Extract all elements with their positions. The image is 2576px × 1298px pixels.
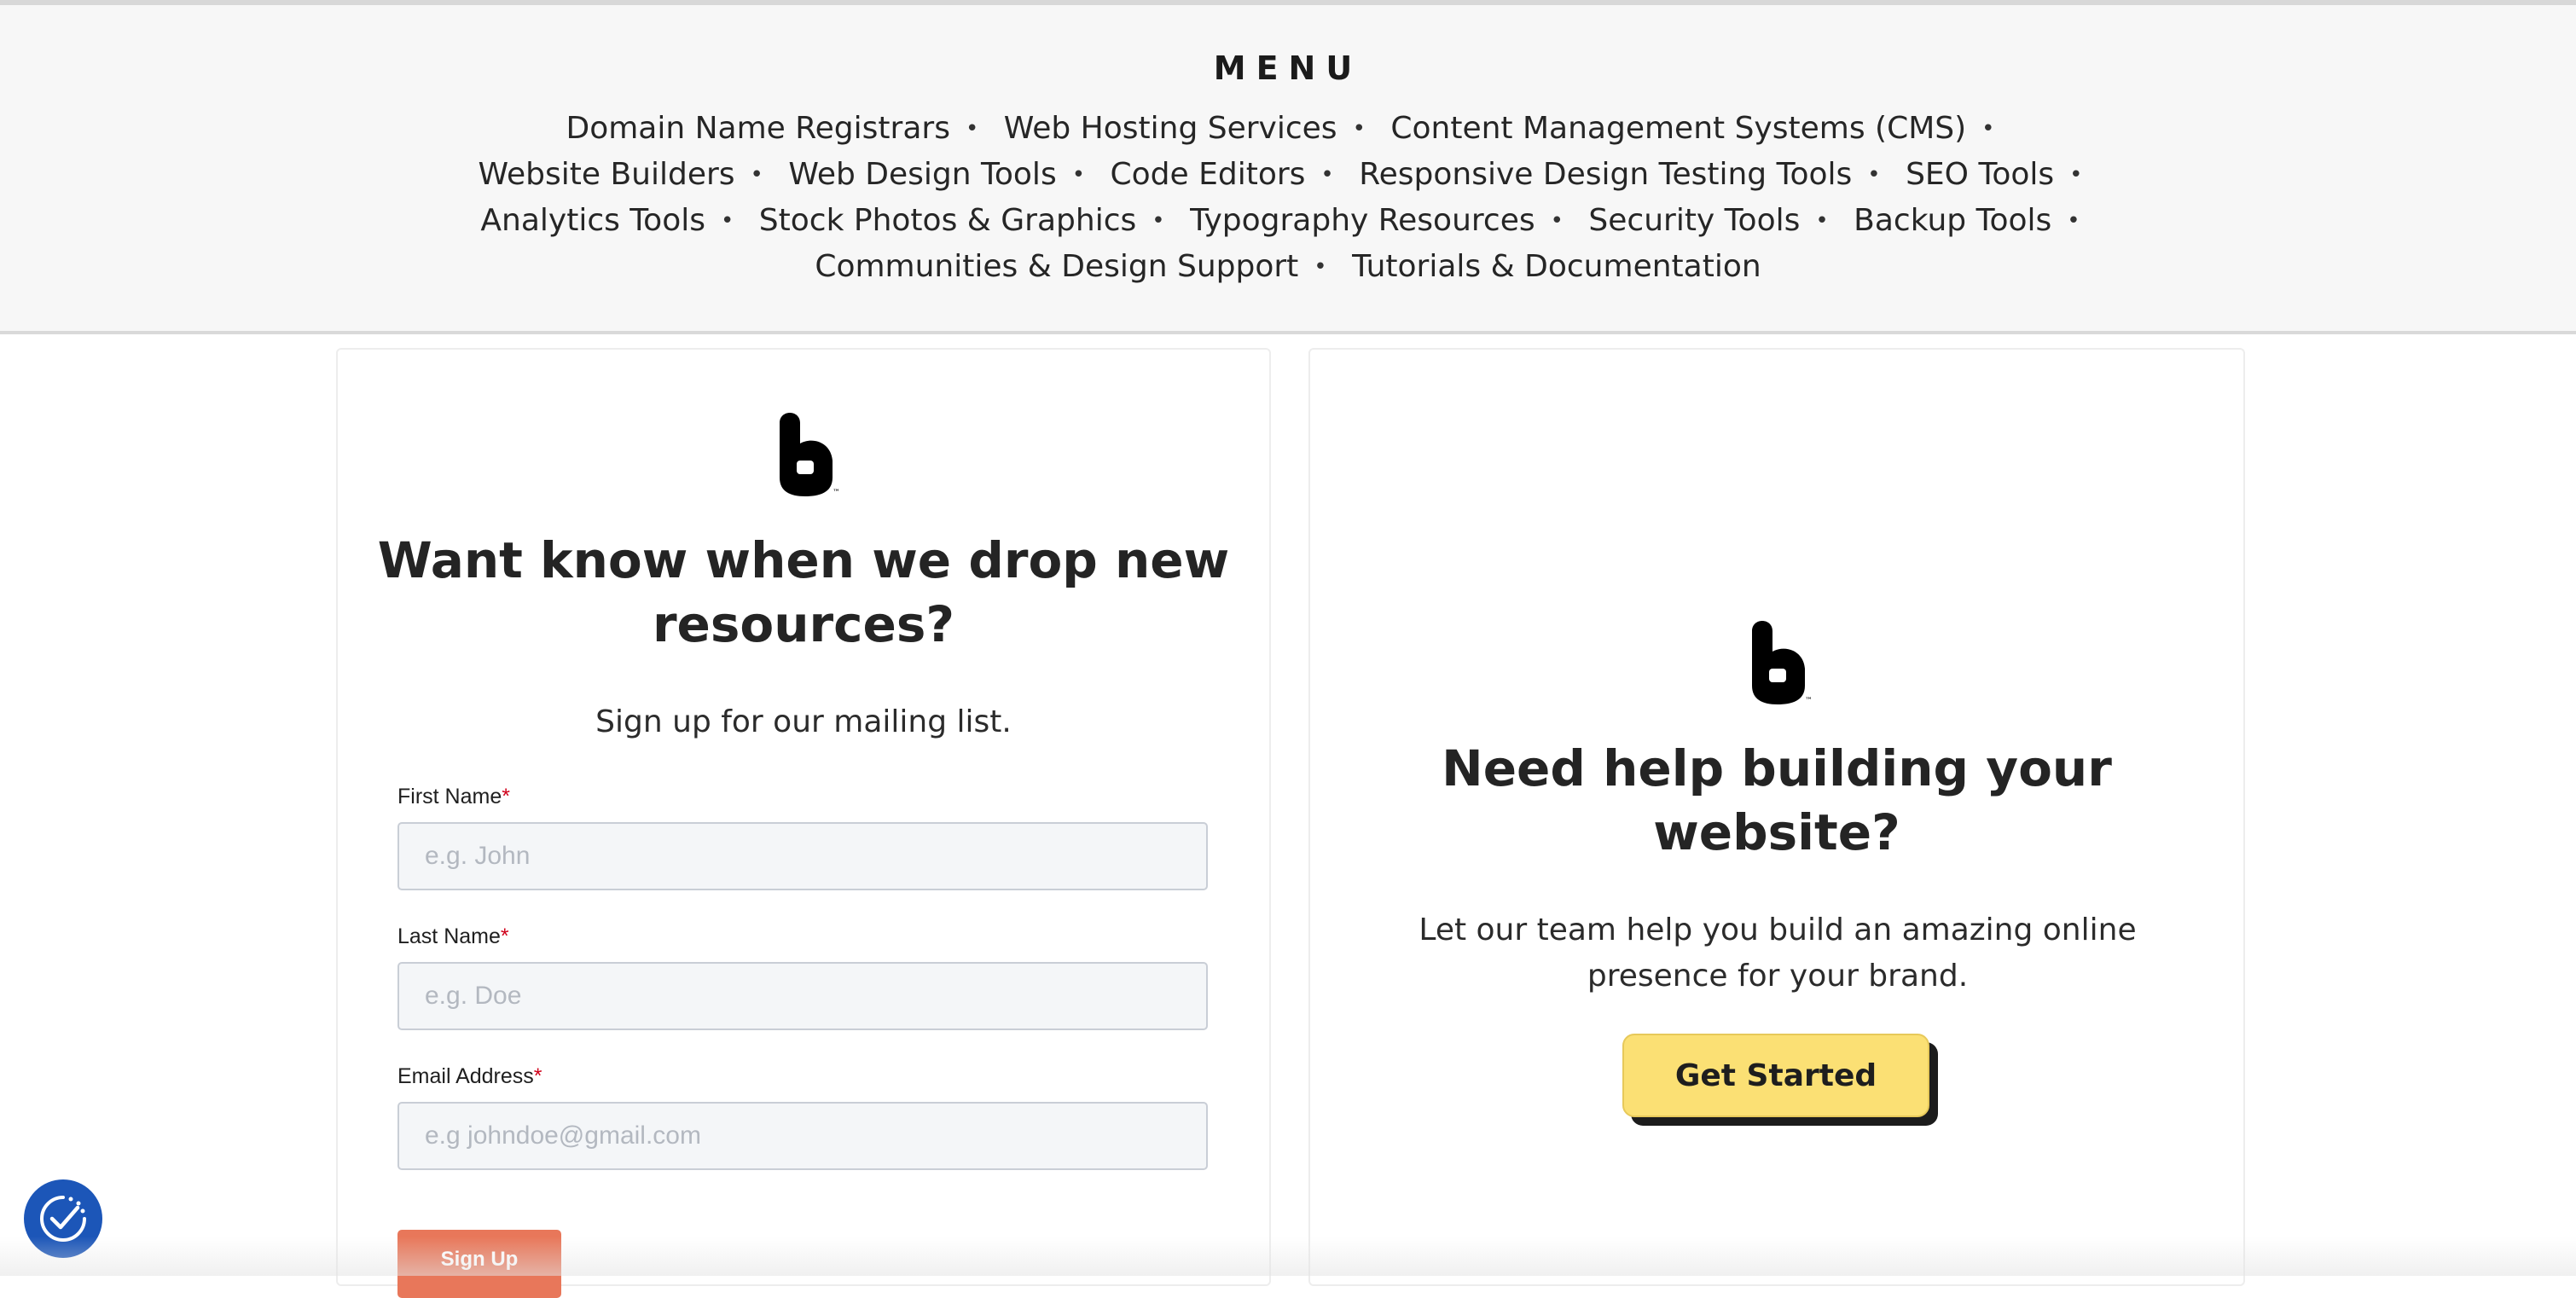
newsletter-subtext: Sign up for our mailing list. [595,704,1012,739]
accessibility-button[interactable] [24,1179,102,1258]
menu-separator: • [1352,116,1366,142]
menu-separator: • [2067,208,2080,234]
last-name-label: Last Name* [397,924,509,948]
menu-separator: • [2069,162,2083,188]
menu-separator: • [1981,116,1995,142]
svg-text:™: ™ [1805,697,1812,704]
menu-separator: • [1815,208,1829,234]
menu-link[interactable]: Communities & Design Support [815,249,1298,284]
menu-link[interactable]: Web Design Tools [788,157,1056,192]
accessibility-icon [40,1196,86,1242]
menu-link[interactable]: Web Hosting Services [1004,111,1337,146]
menu-link[interactable]: Domain Name Registrars [566,111,949,146]
menu-link[interactable]: Content Management Systems (CMS) [1390,111,1966,146]
menu-link[interactable]: Website Builders [479,157,735,192]
menu-separator: • [1320,162,1334,188]
menu-link[interactable]: Tutorials & Documentation [1352,249,1761,284]
get-started-button[interactable]: Get Started [1622,1034,1929,1117]
menu-separator: • [1071,162,1086,188]
menu-link[interactable]: Security Tools [1588,203,1800,238]
menu-link[interactable]: Code Editors [1111,157,1306,192]
help-subtext: Let our team help you build an amazing o… [1419,913,2137,994]
footer-menu: MENU Domain Name Registrars • Web Hosting… [0,5,2576,334]
menu-link[interactable]: Backup Tools [1854,203,2051,238]
menu-title: MENU [1213,49,1363,87]
email-input[interactable] [397,1102,1208,1170]
menu-link[interactable]: Stock Photos & Graphics [759,203,1136,238]
menu-separator: • [750,162,763,188]
menu-separator: • [965,116,979,142]
first-name-input[interactable] [397,822,1208,890]
last-name-input[interactable] [397,962,1208,1030]
svg-text:™: ™ [833,489,839,496]
menu-links: Domain Name Registrars • Web Hosting Serv… [478,106,2098,290]
menu-separator: • [721,208,734,234]
menu-link[interactable]: SEO Tools [1906,157,2054,192]
brand-logo-icon: ™ [1752,621,1812,704]
newsletter-card: ™ Want know when we drop new resources? … [336,348,1271,1298]
menu-separator: • [1152,208,1165,234]
menu-separator: • [1867,162,1881,188]
help-heading: Need help building your website? [1442,739,2112,861]
sign-up-button[interactable]: Sign Up [397,1230,561,1298]
first-name-label: First Name* [397,785,510,808]
newsletter-heading: Want know when we drop new resources? [377,531,1230,653]
menu-link[interactable]: Typography Resources [1190,203,1535,238]
menu-link[interactable]: Responsive Design Testing Tools [1359,157,1852,192]
menu-separator: • [1314,254,1327,280]
email-label: Email Address* [397,1064,542,1088]
help-card: ™ Need help building your website? Let o… [1308,348,2245,1286]
menu-link[interactable]: Analytics Tools [480,203,705,238]
brand-logo-icon: ™ [780,413,839,496]
menu-separator: • [1550,208,1564,234]
